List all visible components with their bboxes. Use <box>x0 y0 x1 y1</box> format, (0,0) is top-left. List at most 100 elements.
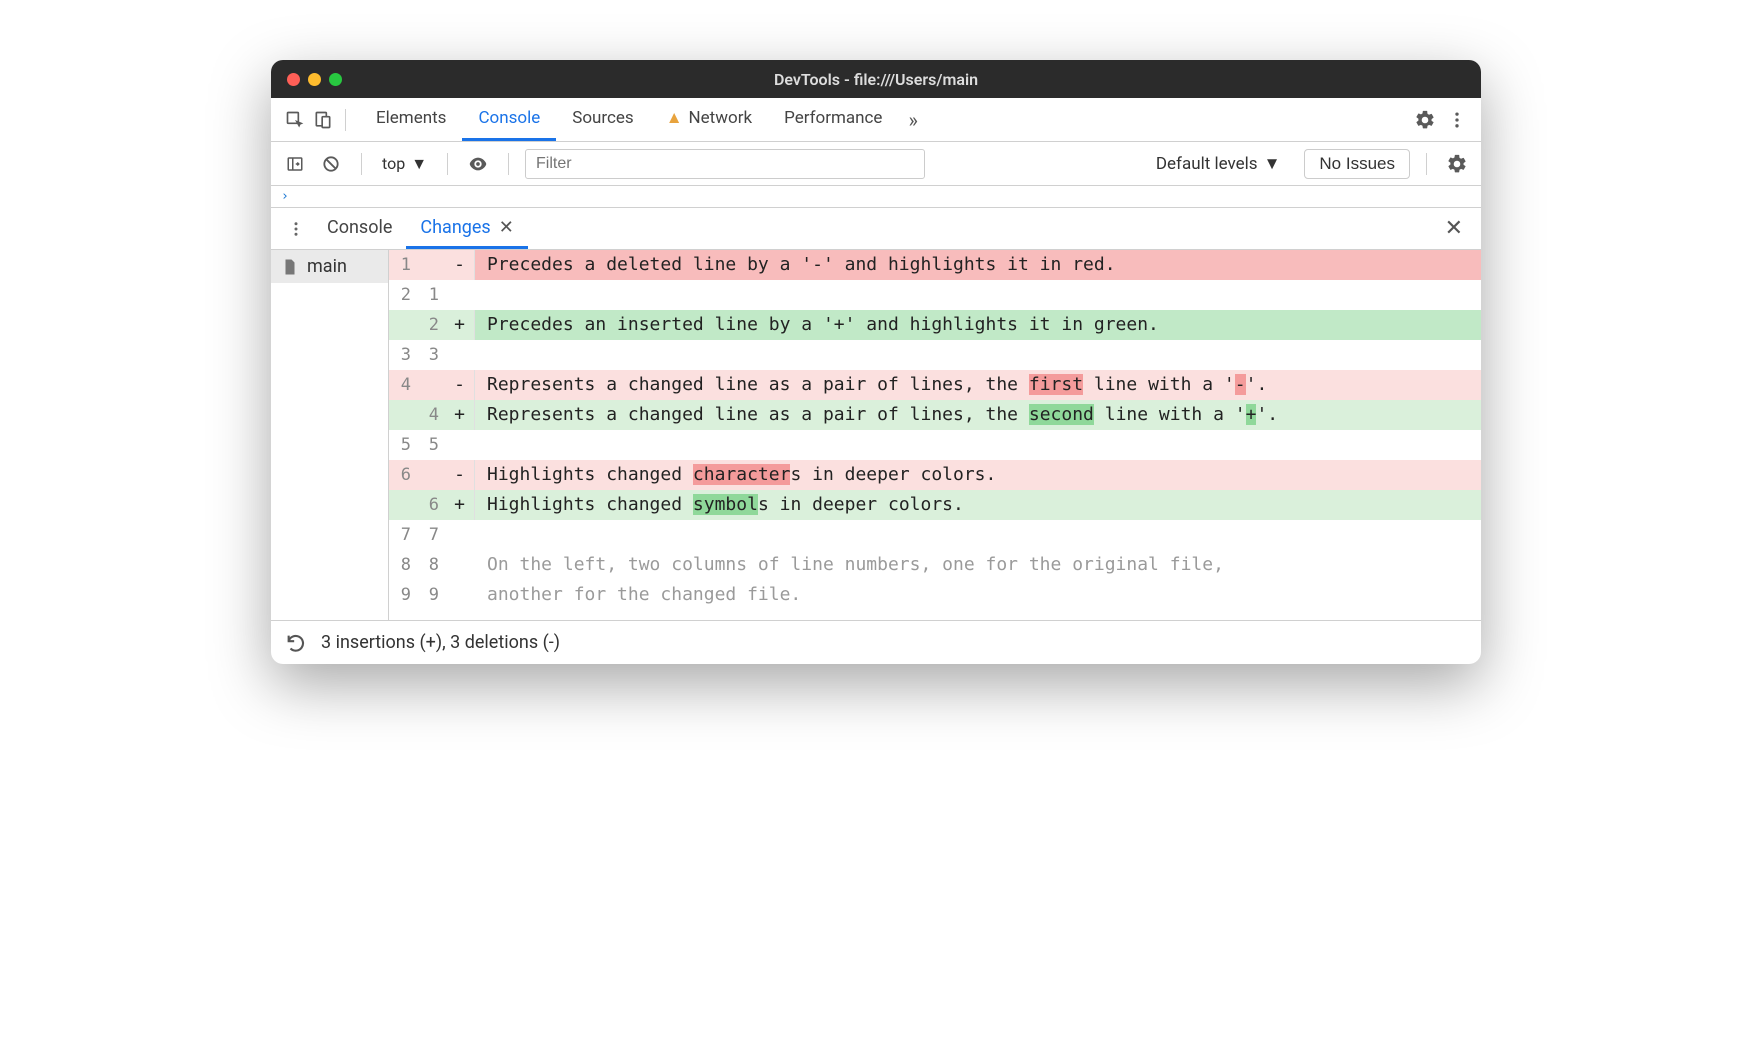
line-number-new: 2 <box>417 310 445 340</box>
diff-content: Represents a changed line as a pair of l… <box>475 370 1481 400</box>
separator <box>447 153 448 175</box>
devtools-window: DevTools - file:///Users/main Elements C… <box>271 60 1481 664</box>
chevron-down-icon: ▼ <box>411 154 427 174</box>
tab-label: Console <box>327 217 392 238</box>
console-toolbar: top ▼ Default levels ▼ No Issues <box>271 142 1481 186</box>
tab-label: Changes <box>420 217 490 238</box>
diff-line: 2+Precedes an inserted line by a '+' and… <box>389 310 1481 340</box>
drawer-tabs: Console Changes ✕ ✕ <box>271 208 1481 250</box>
diff-content: Highlights changed characters in deeper … <box>475 460 1481 490</box>
line-number-new: 7 <box>417 520 445 550</box>
diff-content: another for the changed file. <box>475 580 1481 610</box>
diff-line: 6-Highlights changed characters in deepe… <box>389 460 1481 490</box>
tab-console[interactable]: Console <box>462 98 556 141</box>
separator <box>361 153 362 175</box>
issues-button[interactable]: No Issues <box>1304 149 1410 179</box>
changes-summary: 3 insertions (+), 3 deletions (-) <box>321 632 560 653</box>
settings-icon[interactable] <box>1411 106 1439 134</box>
diff-marker: + <box>445 310 475 340</box>
line-number-new: 1 <box>417 280 445 310</box>
console-prompt[interactable]: › <box>271 186 1481 208</box>
diff-line: 4+Represents a changed line as a pair of… <box>389 400 1481 430</box>
diff-marker: + <box>445 400 475 430</box>
separator <box>1426 153 1427 175</box>
line-number-old: 4 <box>389 370 417 400</box>
line-number-new: 6 <box>417 490 445 520</box>
file-name: main <box>307 256 347 277</box>
main-tabs: Elements Console Sources ▲ Network Perfor… <box>360 98 898 141</box>
window-title: DevTools - file:///Users/main <box>774 70 978 89</box>
tab-label: Console <box>478 108 540 128</box>
clear-console-icon[interactable] <box>317 150 345 178</box>
diff-line: 33 <box>389 340 1481 370</box>
close-tab-icon[interactable]: ✕ <box>499 217 514 238</box>
log-levels-selector[interactable]: Default levels ▼ <box>1150 154 1287 174</box>
file-item[interactable]: main <box>271 250 388 283</box>
window-controls <box>287 73 342 86</box>
tab-label: Network <box>689 108 753 128</box>
live-expression-icon[interactable] <box>464 150 492 178</box>
drawer-tab-changes[interactable]: Changes ✕ <box>406 208 527 249</box>
line-number-new: 3 <box>417 340 445 370</box>
separator <box>508 153 509 175</box>
diff-marker: + <box>445 490 475 520</box>
diff-marker: - <box>445 370 475 400</box>
tab-label: Elements <box>376 108 446 128</box>
file-icon <box>281 258 299 276</box>
minimize-window-button[interactable] <box>308 73 321 86</box>
titlebar: DevTools - file:///Users/main <box>271 60 1481 98</box>
diff-line: 1-Precedes a deleted line by a '-' and h… <box>389 250 1481 280</box>
drawer-tab-console[interactable]: Console <box>313 208 406 249</box>
inspect-element-icon[interactable] <box>281 106 309 134</box>
line-number-old: 7 <box>389 520 417 550</box>
line-number-old: 5 <box>389 430 417 460</box>
drawer-menu-icon[interactable] <box>279 220 313 238</box>
diff-content: On the left, two columns of line numbers… <box>475 550 1481 580</box>
filter-input[interactable] <box>525 149 925 179</box>
diff-content: Precedes a deleted line by a '-' and hig… <box>475 250 1481 280</box>
tab-label: Sources <box>572 108 633 128</box>
maximize-window-button[interactable] <box>329 73 342 86</box>
line-number-new: 8 <box>417 550 445 580</box>
line-number-old: 2 <box>389 280 417 310</box>
changes-status-bar: 3 insertions (+), 3 deletions (-) <box>271 620 1481 664</box>
file-tree: main <box>271 250 389 620</box>
close-window-button[interactable] <box>287 73 300 86</box>
diff-line: 21 <box>389 280 1481 310</box>
device-toolbar-icon[interactable] <box>309 106 337 134</box>
diff-content: Highlights changed symbols in deeper col… <box>475 490 1481 520</box>
changes-panel: main 1-Precedes a deleted line by a '-' … <box>271 250 1481 620</box>
line-number-old: 6 <box>389 460 417 490</box>
diff-line: 88 On the left, two columns of line numbe… <box>389 550 1481 580</box>
line-number-new: 5 <box>417 430 445 460</box>
line-number-old: 1 <box>389 250 417 280</box>
diff-line: 77 <box>389 520 1481 550</box>
line-number-old: 3 <box>389 340 417 370</box>
line-number-old: 8 <box>389 550 417 580</box>
separator <box>345 109 346 131</box>
tab-label: Performance <box>784 108 882 128</box>
line-number-new: 9 <box>417 580 445 610</box>
context-label: top <box>382 154 405 173</box>
warning-icon: ▲ <box>666 108 683 128</box>
diff-line: 4-Represents a changed line as a pair of… <box>389 370 1481 400</box>
levels-label: Default levels <box>1156 154 1258 174</box>
show-console-sidebar-icon[interactable] <box>281 150 309 178</box>
diff-line: 6+Highlights changed symbols in deeper c… <box>389 490 1481 520</box>
more-tabs-button[interactable]: » <box>898 108 927 132</box>
main-toolbar: Elements Console Sources ▲ Network Perfor… <box>271 98 1481 142</box>
diff-content: Represents a changed line as a pair of l… <box>475 400 1481 430</box>
console-settings-icon[interactable] <box>1443 150 1471 178</box>
kebab-menu-icon[interactable] <box>1443 106 1471 134</box>
line-number-old: 9 <box>389 580 417 610</box>
context-selector[interactable]: top ▼ <box>378 154 431 174</box>
tab-performance[interactable]: Performance <box>768 98 898 141</box>
diff-line: 99 another for the changed file. <box>389 580 1481 610</box>
chevron-down-icon: ▼ <box>1264 154 1281 174</box>
tab-sources[interactable]: Sources <box>556 98 649 141</box>
close-drawer-icon[interactable]: ✕ <box>1435 216 1473 241</box>
revert-icon[interactable] <box>285 632 307 654</box>
tab-network[interactable]: ▲ Network <box>650 98 768 141</box>
tab-elements[interactable]: Elements <box>360 98 462 141</box>
diff-marker: - <box>445 460 475 490</box>
